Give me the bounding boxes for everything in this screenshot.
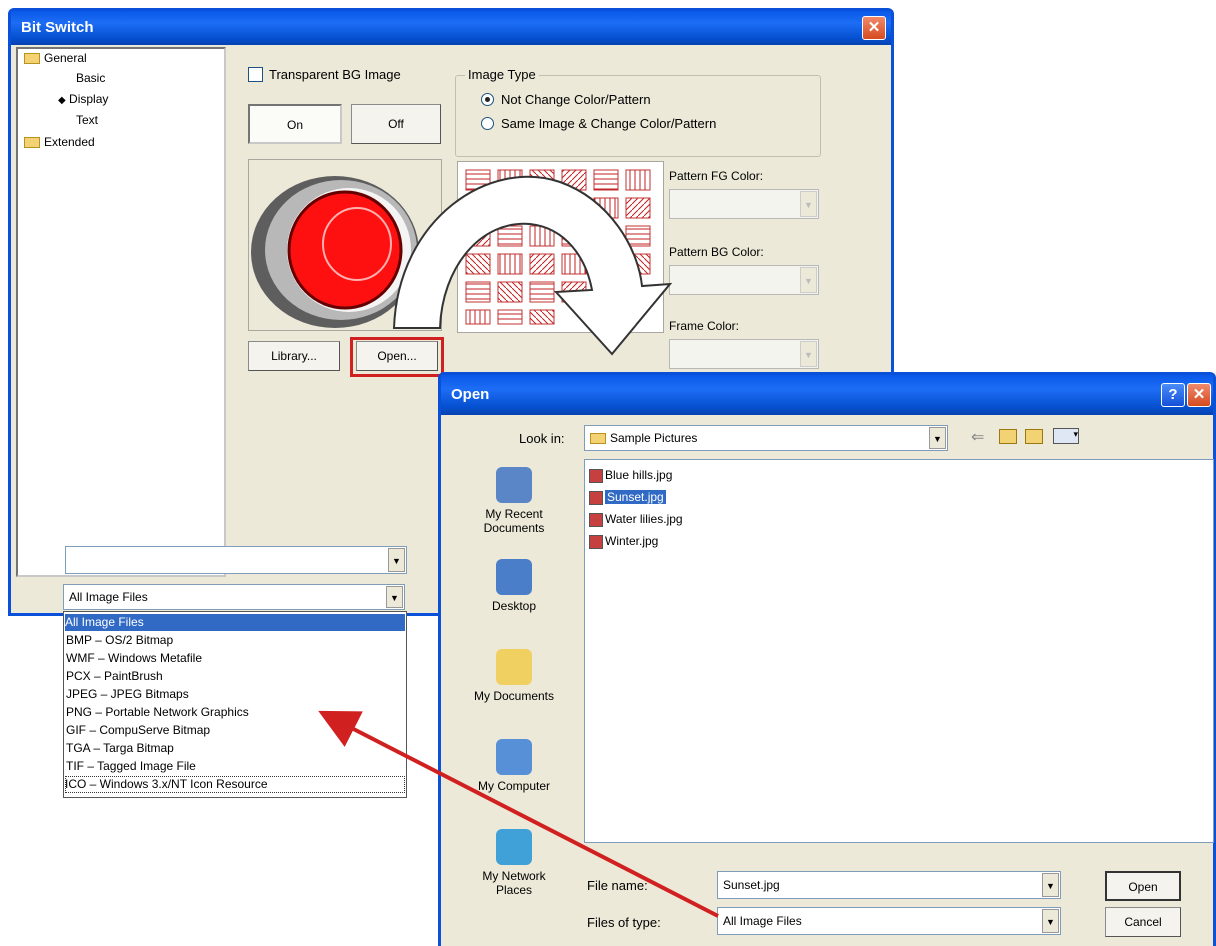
files-of-type-select[interactable]: All Image Files ▼	[717, 907, 1061, 935]
file-item[interactable]: Winter.jpg	[589, 534, 658, 549]
open-dialog-title: Open	[451, 386, 490, 403]
bit-switch-titlebar: Bit Switch	[11, 11, 891, 45]
dropdown-arrow-icon: ▼	[800, 191, 817, 217]
file-item-selected[interactable]: Sunset.jpg	[589, 490, 666, 505]
image-file-icon	[589, 534, 603, 549]
place-desktop[interactable]: Desktop	[459, 559, 569, 613]
file-type-option[interactable]: TIF – Tagged Image File	[66, 758, 196, 775]
image-file-icon	[589, 512, 603, 527]
help-button[interactable]: ?	[1161, 383, 1185, 407]
image-type-label: Image Type	[465, 67, 539, 82]
look-in-label: Look in:	[519, 431, 565, 446]
look-in-select[interactable]: Sample Pictures ▼	[584, 425, 948, 451]
annotation-arrow	[318, 710, 719, 918]
file-type-combo-value: All Image Files	[69, 590, 148, 604]
new-folder-icon[interactable]	[1025, 429, 1043, 444]
file-type-option[interactable]: GIF – CompuServe Bitmap	[66, 722, 210, 739]
tree-item-display[interactable]: ◆ Display	[58, 92, 108, 106]
bit-switch-close-button[interactable]: ✕	[862, 16, 886, 40]
file-type-option[interactable]: WMF – Windows Metafile	[66, 650, 202, 667]
radio-same-image[interactable]	[481, 117, 494, 130]
open-dialog-titlebar: Open	[441, 375, 1213, 415]
settings-tree: General Basic ◆ Display Text Extended	[16, 47, 226, 577]
file-item[interactable]: Water lilies.jpg	[589, 512, 683, 527]
radio-not-change[interactable]	[481, 93, 494, 106]
pattern-fg-label: Pattern FG Color:	[669, 169, 764, 183]
up-folder-icon[interactable]	[999, 429, 1017, 444]
dropdown-arrow-icon: ▼	[1042, 873, 1059, 897]
unnamed-combo[interactable]: ▼	[65, 546, 407, 574]
radio-not-change-label: Not Change Color/Pattern	[501, 92, 651, 107]
folder-icon	[590, 433, 606, 445]
pattern-bg-label: Pattern BG Color:	[669, 245, 764, 259]
file-type-option[interactable]: PNG – Portable Network Graphics	[66, 704, 249, 721]
views-menu-icon[interactable]: ▾	[1053, 428, 1079, 444]
pattern-bg-color-select[interactable]: ▼	[669, 265, 819, 295]
arrow-right-icon: ◆	[58, 95, 66, 106]
open-dialog-close-button[interactable]: ✕	[1187, 383, 1211, 407]
off-button[interactable]: Off	[351, 104, 441, 144]
curved-arrow-graphic	[392, 175, 673, 356]
transparent-bg-checkbox[interactable]	[248, 67, 263, 82]
file-type-option[interactable]: All Image Files	[65, 614, 405, 631]
back-icon[interactable]: ⇐	[971, 427, 984, 447]
dropdown-arrow-icon: ▼	[388, 548, 405, 572]
file-type-option[interactable]: BMP – OS/2 Bitmap	[66, 632, 173, 649]
recent-documents-icon	[496, 467, 532, 503]
file-type-option[interactable]: JPEG – JPEG Bitmaps	[66, 686, 189, 703]
image-file-icon	[589, 468, 603, 483]
folder-open-icon	[24, 53, 40, 65]
image-file-icon	[589, 490, 603, 505]
desktop-icon	[496, 559, 532, 595]
file-type-combo[interactable]: All Image Files ▼	[63, 584, 405, 610]
tree-item-basic[interactable]: Basic	[76, 71, 105, 85]
my-documents-icon	[496, 649, 532, 685]
frame-color-select[interactable]: ▼	[669, 339, 819, 369]
cancel-button[interactable]: Cancel	[1105, 907, 1181, 937]
file-name-input[interactable]: Sunset.jpg ▼	[717, 871, 1061, 899]
tree-item-extended[interactable]: Extended	[24, 135, 95, 149]
pattern-fg-color-select[interactable]: ▼	[669, 189, 819, 219]
bit-switch-title: Bit Switch	[21, 19, 94, 36]
dropdown-arrow-icon: ▼	[1042, 909, 1059, 933]
tree-item-text[interactable]: Text	[76, 113, 98, 127]
library-button[interactable]: Library...	[248, 341, 340, 371]
file-type-option[interactable]: PCX – PaintBrush	[66, 668, 163, 685]
open-button[interactable]: Open	[1105, 871, 1181, 901]
transparent-bg-label: Transparent BG Image	[269, 67, 401, 82]
dropdown-arrow-icon: ▼	[386, 586, 403, 608]
dropdown-arrow-icon: ▼	[800, 341, 817, 367]
place-my-documents[interactable]: My Documents	[459, 649, 569, 703]
file-item[interactable]: Blue hills.jpg	[589, 468, 672, 483]
radio-same-image-label: Same Image & Change Color/Pattern	[501, 116, 717, 131]
folder-icon	[24, 137, 40, 149]
tree-item-general[interactable]: General	[24, 51, 87, 65]
file-type-option[interactable]: TGA – Targa Bitmap	[66, 740, 174, 757]
dropdown-arrow-icon: ▼	[800, 267, 817, 293]
place-my-recent-documents[interactable]: My Recent Documents	[459, 467, 569, 535]
dropdown-arrow-icon: ▼	[929, 427, 946, 449]
on-button[interactable]: On	[248, 104, 342, 144]
